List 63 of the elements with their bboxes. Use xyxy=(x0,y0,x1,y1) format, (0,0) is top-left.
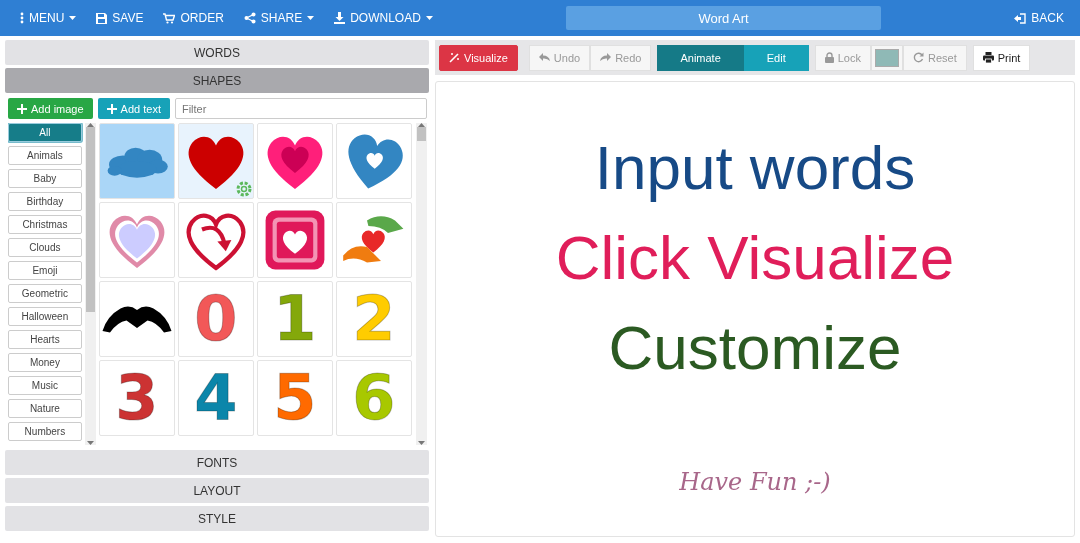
mode-tab[interactable]: Animate xyxy=(657,44,744,71)
share-icon xyxy=(243,12,256,24)
back-button[interactable]: BACK xyxy=(1006,7,1072,29)
category-item[interactable]: Nature xyxy=(8,399,82,418)
canvas-text: Customize xyxy=(608,312,902,384)
category-item[interactable]: Clouds xyxy=(8,238,82,257)
shape-thumbnail[interactable]: 5 xyxy=(256,360,333,436)
scroll-down-icon[interactable] xyxy=(418,441,425,445)
toolbar-menu-button[interactable]: DOWNLOAD xyxy=(326,7,441,29)
scrollbar[interactable] xyxy=(416,123,427,445)
exit-icon xyxy=(1014,12,1027,24)
accordion-header[interactable]: SHAPES xyxy=(5,68,429,93)
reset-icon xyxy=(913,52,924,63)
toolbar-menu-button[interactable]: ORDER xyxy=(155,7,232,29)
scrollbar[interactable] xyxy=(84,123,96,445)
print-button[interactable]: Print xyxy=(972,44,1031,71)
title-field[interactable]: Word Art xyxy=(566,6,882,30)
category-item[interactable]: Birthday xyxy=(8,192,82,211)
category-item[interactable]: Halloween xyxy=(8,307,82,326)
add-text-button[interactable]: Add text xyxy=(97,98,170,119)
category-item[interactable]: Numbers xyxy=(8,422,82,441)
accordion-header[interactable]: FONTS xyxy=(5,450,429,475)
shape-thumbnail[interactable]: 1 xyxy=(256,281,333,357)
accordion-header[interactable]: LAYOUT xyxy=(5,478,429,503)
toolbar-menu-button[interactable]: SAVE xyxy=(88,7,152,29)
printer-icon xyxy=(982,52,994,63)
category-item[interactable]: Money xyxy=(8,353,82,372)
category-item[interactable]: Animals xyxy=(8,146,82,165)
undo-icon xyxy=(538,53,550,62)
shape-thumbnail[interactable] xyxy=(98,281,175,357)
category-item[interactable]: Baby xyxy=(8,169,82,188)
gear-icon[interactable] xyxy=(235,181,252,197)
visualize-button[interactable]: Visualize xyxy=(439,44,518,71)
shape-thumbnail[interactable]: 3 xyxy=(98,360,175,436)
accordion-header[interactable]: WORDS xyxy=(5,40,429,65)
mode-tab[interactable]: Edit xyxy=(743,44,809,71)
category-item[interactable]: Hearts xyxy=(8,330,82,349)
cart-icon xyxy=(163,12,176,24)
canvas-text: Input words xyxy=(594,132,916,204)
category-item[interactable]: Music xyxy=(8,376,82,395)
canvas-text: Click Visualize xyxy=(555,222,955,294)
menu-icon xyxy=(20,12,24,24)
canvas-text: Have Fun ;-) xyxy=(679,468,831,496)
category-item[interactable]: All xyxy=(8,123,82,142)
category-item[interactable]: Emoji xyxy=(8,261,82,280)
redo-icon xyxy=(600,53,612,62)
scroll-down-icon[interactable] xyxy=(86,441,94,445)
add-image-button[interactable]: Add image xyxy=(8,98,93,119)
shape-thumbnail[interactable]: 0 xyxy=(177,281,254,357)
accordion-header[interactable]: STYLE xyxy=(5,506,429,531)
scrollbar-thumb[interactable] xyxy=(85,127,95,312)
scrollbar-thumb[interactable] xyxy=(417,127,426,141)
lock-icon xyxy=(824,52,834,63)
toolbar-menu-button[interactable]: SHARE xyxy=(235,7,323,29)
plus-icon xyxy=(17,103,27,114)
category-item[interactable]: Geometric xyxy=(8,284,82,303)
category-item[interactable]: Christmas xyxy=(8,215,82,234)
download-icon xyxy=(334,12,346,24)
shape-thumbnail[interactable]: 4 xyxy=(177,360,254,436)
magic-wand-icon xyxy=(449,52,460,63)
plus-icon xyxy=(106,103,117,114)
filter-field[interactable]: Filter xyxy=(174,98,427,119)
toolbar-menu-button[interactable]: MENU xyxy=(12,7,85,29)
